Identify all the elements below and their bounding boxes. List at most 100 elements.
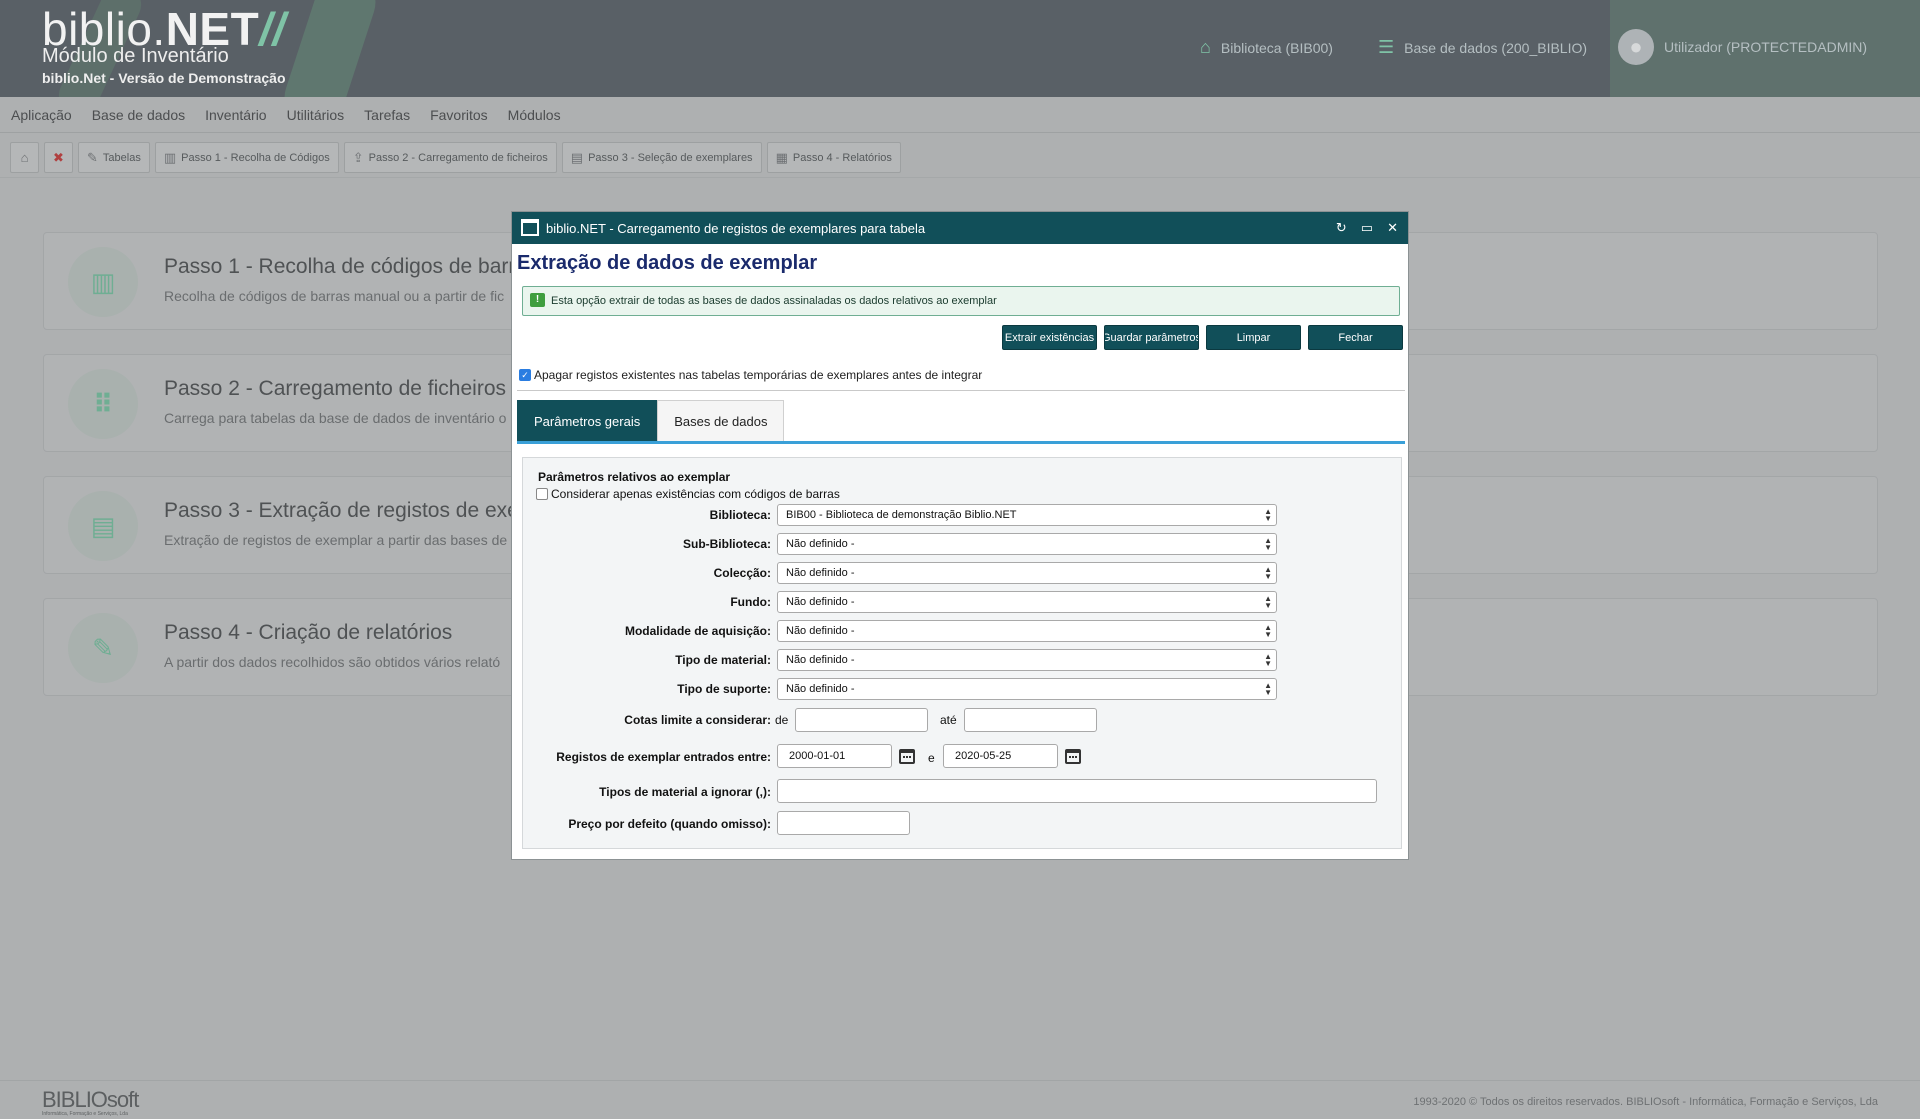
cotas-from-input[interactable] xyxy=(795,708,928,732)
card-description: A partir dos dados recolhidos são obtido… xyxy=(164,654,501,670)
menu-item-aplicacao[interactable]: Aplicação xyxy=(11,107,72,123)
divider xyxy=(517,390,1405,391)
modalidade-label: Modalidade de aquisição: xyxy=(624,624,771,638)
card-title: Passo 2 - Carregamento de ficheiros xyxy=(164,377,506,400)
barcode-icon: ▥ xyxy=(163,149,177,165)
start-date-input[interactable]: 2000-01-01 xyxy=(777,744,892,768)
clipboard-icon: ▤ xyxy=(570,149,584,165)
delete-existing-checkbox[interactable]: ✓ xyxy=(519,369,531,381)
tipo-suporte-label: Tipo de suporte: xyxy=(677,682,771,696)
select-arrows-icon: ▲ ▼ xyxy=(1264,681,1272,697)
report-icon: ▦ xyxy=(775,149,788,165)
library-info[interactable]: ⌂ Biblioteca (BIB00) xyxy=(1200,37,1333,58)
tipo-material-select[interactable]: Não definido - ▲ ▼ xyxy=(777,649,1277,671)
ignore-types-label: Tipos de material a ignorar (,): xyxy=(599,785,771,799)
maximize-icon[interactable]: ▭ xyxy=(1361,220,1373,236)
info-message: ! Esta opção extrair de todas as bases d… xyxy=(522,286,1400,316)
coleccao-label: Colecção: xyxy=(713,566,771,580)
card-title: Passo 3 - Extração de registos de exe xyxy=(164,499,519,522)
step3-button[interactable]: ▤ Passo 3 - Seleção de exemplares xyxy=(561,142,762,173)
footer-copyright: 1993-2020 © Todos os direitos reservados… xyxy=(1413,1096,1878,1108)
close-icon[interactable]: ✕ xyxy=(1387,220,1398,236)
save-parameters-button[interactable]: Guardar parâmetros xyxy=(1104,325,1199,350)
extraction-dialog: biblio.NET - Carregamento de registos de… xyxy=(511,211,1409,860)
home-button[interactable]: ⌂ xyxy=(10,142,39,173)
dialog-title: biblio.NET - Carregamento de registos de… xyxy=(546,220,926,236)
tipo-material-label: Tipo de material: xyxy=(675,653,771,667)
dates-and-word: e xyxy=(928,751,935,765)
upload-icon: ⇪ xyxy=(352,149,364,165)
calendar-icon[interactable] xyxy=(899,749,915,764)
cotas-label: Cotas limite a considerar: xyxy=(624,713,771,727)
menu-item-favoritos[interactable]: Favoritos xyxy=(430,107,488,123)
card-title: Passo 4 - Criação de relatórios xyxy=(164,621,453,644)
menu-item-inventario[interactable]: Inventário xyxy=(205,107,266,123)
menu-item-base-de-dados[interactable]: Base de dados xyxy=(92,107,185,123)
sub-biblioteca-label: Sub-Biblioteca: xyxy=(682,537,771,551)
sub-biblioteca-select[interactable]: Não definido - ▲ ▼ xyxy=(777,533,1277,555)
tab-databases[interactable]: Bases de dados xyxy=(657,400,785,441)
dialog-title-bar[interactable]: biblio.NET - Carregamento de registos de… xyxy=(512,212,1408,244)
biblioteca-label: Biblioteca: xyxy=(709,508,771,522)
info-icon: ! xyxy=(530,293,545,307)
select-arrows-icon: ▲ ▼ xyxy=(1264,565,1272,581)
barcode-only-checkbox[interactable] xyxy=(536,488,548,500)
footer-logo: BIBLIOsoft Informática, Formação e Serviç… xyxy=(42,1087,139,1117)
close-module-button[interactable]: ✖ xyxy=(44,142,73,173)
card-description: Carrega para tabelas da base de dados de… xyxy=(164,410,507,426)
select-arrows-icon: ▲ ▼ xyxy=(1264,536,1272,552)
card-description: Recolha de códigos de barras manual ou a… xyxy=(164,288,505,304)
pencil-icon: ✎ xyxy=(68,613,138,683)
item-parameters-fieldset: Parâmetros relativos ao exemplar Conside… xyxy=(522,457,1402,849)
select-arrows-icon: ▲ ▼ xyxy=(1264,507,1272,523)
close-button[interactable]: Fechar xyxy=(1308,325,1403,350)
step4-button[interactable]: ▦ Passo 4 - Relatórios xyxy=(766,142,901,173)
calendar-icon[interactable] xyxy=(1065,749,1081,764)
tab-general-parameters[interactable]: Parâmetros gerais xyxy=(517,400,658,441)
clipboard-icon: ▤ xyxy=(68,491,138,561)
fundo-select[interactable]: Não definido - ▲ ▼ xyxy=(777,591,1277,613)
coleccao-select[interactable]: Não definido - ▲ ▼ xyxy=(777,562,1277,584)
dialog-heading: Extração de dados de exemplar xyxy=(517,252,818,274)
header-decoration xyxy=(276,0,384,97)
select-arrows-icon: ▲ ▼ xyxy=(1264,594,1272,610)
app-header: biblio.NET// Módulo de Inventário biblio… xyxy=(0,0,1920,97)
delete-existing-option: ✓ Apagar registos existentes nas tabelas… xyxy=(519,368,982,382)
menu-item-tarefas[interactable]: Tarefas xyxy=(364,107,410,123)
card-title: Passo 1 - Recolha de códigos de barr xyxy=(164,255,516,278)
clear-button[interactable]: Limpar xyxy=(1206,325,1301,350)
modalidade-select[interactable]: Não definido - ▲ ▼ xyxy=(777,620,1277,642)
ignore-types-input[interactable] xyxy=(777,779,1377,803)
refresh-icon[interactable]: ↻ xyxy=(1336,220,1347,236)
menu-item-modulos[interactable]: Módulos xyxy=(508,107,561,123)
menu-item-utilitarios[interactable]: Utilitários xyxy=(287,107,345,123)
tables-button[interactable]: ✎ Tabelas xyxy=(78,142,150,173)
home-icon: ⌂ xyxy=(20,150,29,165)
default-price-label: Preço por defeito (quando omisso): xyxy=(568,817,771,831)
default-price-input[interactable] xyxy=(777,811,910,835)
biblioteca-select[interactable]: BIB00 - Biblioteca de demonstração Bibli… xyxy=(777,504,1277,526)
extract-button[interactable]: Extrair existências xyxy=(1002,325,1097,350)
card-description: Extração de registos de exemplar a parti… xyxy=(164,532,508,548)
barcode-icon: ▥ xyxy=(68,247,138,317)
grid-icon: ⠿ xyxy=(68,369,138,439)
window-icon xyxy=(521,219,539,236)
library-icon: ⌂ xyxy=(1200,37,1211,57)
wrench-icon: ✎ xyxy=(87,149,98,165)
barcode-only-option: Considerar apenas existências com código… xyxy=(536,487,840,501)
cotas-to-input[interactable] xyxy=(964,708,1097,732)
footer: BIBLIOsoft Informática, Formação e Serviç… xyxy=(0,1080,1920,1119)
tipo-suporte-select[interactable]: Não definido - ▲ ▼ xyxy=(777,678,1277,700)
dates-label: Registos de exemplar entrados entre: xyxy=(556,750,771,764)
cotas-to-word: até xyxy=(940,713,957,727)
module-subtitle: biblio.Net - Versão de Demonstração xyxy=(42,70,286,86)
fundo-label: Fundo: xyxy=(730,595,771,609)
step1-button[interactable]: ▥ Passo 1 - Recolha de Códigos xyxy=(154,142,339,173)
fieldset-legend: Parâmetros relativos ao exemplar xyxy=(538,470,731,484)
user-info[interactable]: ● Utilizador (PROTECTEDADMIN) xyxy=(1618,29,1867,65)
database-info[interactable]: ☰ Base de dados (200_BIBLIO) xyxy=(1378,37,1587,58)
end-date-input[interactable]: 2020-05-25 xyxy=(943,744,1058,768)
module-title: Módulo de Inventário xyxy=(42,45,229,67)
step2-button[interactable]: ⇪ Passo 2 - Carregamento de ficheiros xyxy=(343,142,557,173)
main-menu: Aplicação Base de dados Inventário Utili… xyxy=(0,97,1920,133)
